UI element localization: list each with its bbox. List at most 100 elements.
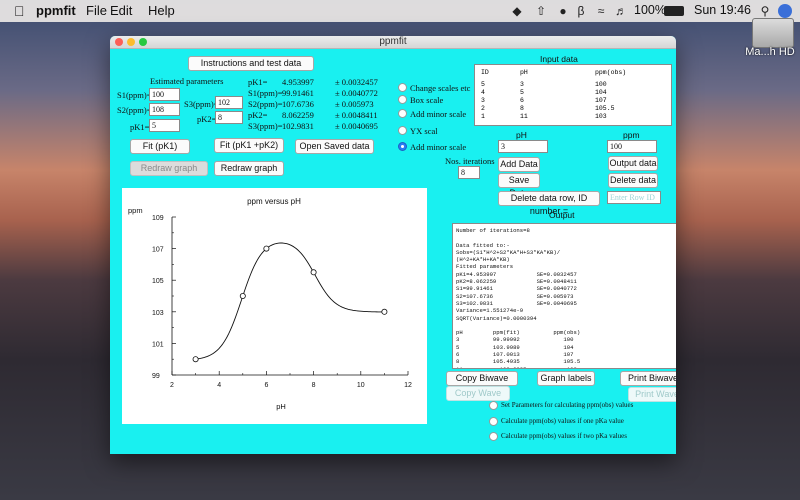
output-text-area[interactable]: Number of iterations=8 Data fitted to:- … [452,223,676,369]
dropbox-icon[interactable]: ◆ [510,4,524,18]
save-data-button[interactable]: Save Data [498,173,540,198]
apple-menu-icon[interactable]:  [14,3,25,19]
estimated-params-label: Estimated parameters [150,76,224,86]
menu-edit[interactable]: Edit [110,3,132,18]
result-value: 107.6736 [282,99,314,109]
upload-icon[interactable]: ⇧ [534,4,548,18]
app-window: ppmfit Instructions and test data Estima… [110,36,676,454]
add-minor-scale-radio-2[interactable] [398,142,407,151]
y-tick-label: 109 [152,215,164,222]
x-tick-label: 6 [264,382,268,389]
table-cell: 11 [520,113,528,120]
s3-input[interactable]: 102 [215,96,243,109]
fit-pk1-button[interactable]: Fit (pK1) [130,139,190,154]
wifi-icon[interactable]: ≈ [594,4,608,18]
x-tick-label: 8 [312,382,316,389]
delete-row-button[interactable]: Delete data row, ID number = [498,191,600,216]
battery-icon[interactable] [664,6,684,16]
x-tick-label: 2 [170,382,174,389]
table-row[interactable]: 1 [481,113,485,120]
result-error: ± 0.0048411 [335,110,378,120]
chart-panel: ppm versus pH ppm pH 99 101 103 105 107 109 2 4… [122,188,427,424]
two-pka-radio[interactable] [489,432,498,441]
ph-input[interactable]: 3 [498,140,548,153]
output-data-button[interactable]: Output data [608,156,658,171]
instructions-button[interactable]: Instructions and test data [188,56,314,71]
volume-icon[interactable]: ♬ [614,4,628,18]
chart-y-axis-label: ppm [128,206,143,215]
input-data-title: Input data [540,54,578,64]
spotlight-icon[interactable]: ⚲ [758,4,772,18]
result-label: pK2= [248,110,268,120]
x-tick-label: 4 [217,382,221,389]
redraw-graph-button[interactable]: Redraw graph [214,161,284,176]
copy-biwave-button[interactable]: Copy Biwave [446,371,518,386]
table-cell: 6 [520,97,524,104]
ppm-vs-ph-chart: ppm versus pH ppm pH 99 101 103 105 107 109 2 4… [128,197,412,411]
result-error: ± 0.0040695 [335,121,378,131]
ppm-input[interactable]: 100 [607,140,657,153]
row-id-input[interactable]: Enter Row ID [607,191,661,204]
set-params-radio[interactable] [489,401,498,410]
pk2-input[interactable]: 8 [215,111,243,124]
y-tick-label: 101 [152,341,164,348]
title-bar[interactable]: ppmfit [110,36,676,49]
open-saved-data-button[interactable]: Open Saved data [295,139,374,154]
set-params-label: Set Parameters for calculating ppm(obs) … [501,401,634,409]
pk1-label: pK1= [130,122,150,132]
table-cell: 105.5 [595,105,615,112]
ph-label: pH [516,130,527,140]
delete-data-button[interactable]: Delete data [608,173,658,188]
bluetooth-icon[interactable]: β [574,4,588,18]
menu-file[interactable]: File [86,3,107,18]
result-value: 102.9831 [282,121,314,131]
change-scales-radio[interactable] [398,83,407,92]
add-minor-scale-label: Add minor scale [410,109,467,119]
one-pka-radio[interactable] [489,417,498,426]
data-point [310,269,317,276]
chart-title: ppm versus pH [247,197,301,206]
chart-x-axis-label: pH [276,402,286,411]
fit-pk1-pk2-button[interactable]: Fit (pK1 +pK2) [214,138,284,153]
user-avatar[interactable] [778,4,792,18]
nos-iterations-input[interactable]: 8 [458,166,480,179]
result-error: ± 0.0032457 [335,77,378,87]
yx-scal-radio[interactable] [398,126,407,135]
clock[interactable]: Sun 19:46 [694,3,751,17]
graph-labels-button[interactable]: Graph labels [537,371,595,386]
table-row[interactable]: 5 [481,81,485,89]
data-point [239,293,246,300]
data-point [263,245,270,252]
input-data-table[interactable]: ID pH ppm(obs) 5 3 100 4 5 104 3 6 107 2… [474,64,672,126]
result-label: S3(ppm)= [248,121,283,131]
battery-percent: 100% [634,3,666,17]
s2-input[interactable]: 108 [149,103,180,116]
table-row[interactable]: 4 [481,89,485,96]
x-tick-label: 12 [404,382,412,389]
fitted-curve [195,242,385,360]
menu-help[interactable]: Help [148,3,175,18]
hard-drive-icon[interactable] [752,18,794,48]
add-data-button[interactable]: Add Data [498,157,540,172]
s1-label: S1(ppm)= [117,90,152,100]
two-pka-label: Calculate ppm(obs) values if two pKa val… [501,432,627,440]
y-tick-label: 99 [152,373,160,380]
table-row[interactable]: 3 [481,97,485,104]
table-cell: 5 [520,89,524,96]
print-biwave-button[interactable]: Print Biwave [620,371,676,386]
result-label: S2(ppm)= [248,99,283,109]
result-error: ± 0.005973 [335,99,374,109]
result-error: ± 0.0040772 [335,88,378,98]
window-title: ppmfit [379,36,407,47]
box-scale-radio[interactable] [398,95,407,104]
add-minor-scale-radio[interactable] [398,109,407,118]
result-label: pK1= [248,77,268,87]
s1-input[interactable]: 100 [149,88,180,101]
app-menu[interactable]: ppmfit [36,3,76,18]
x-tick-label: 10 [357,382,365,389]
pk1-input[interactable]: 5 [149,119,180,132]
table-row[interactable]: 2 [481,105,485,112]
y-tick-label: 103 [152,310,164,317]
output-title: Output [549,210,575,220]
status-icon[interactable]: ● [556,4,570,18]
